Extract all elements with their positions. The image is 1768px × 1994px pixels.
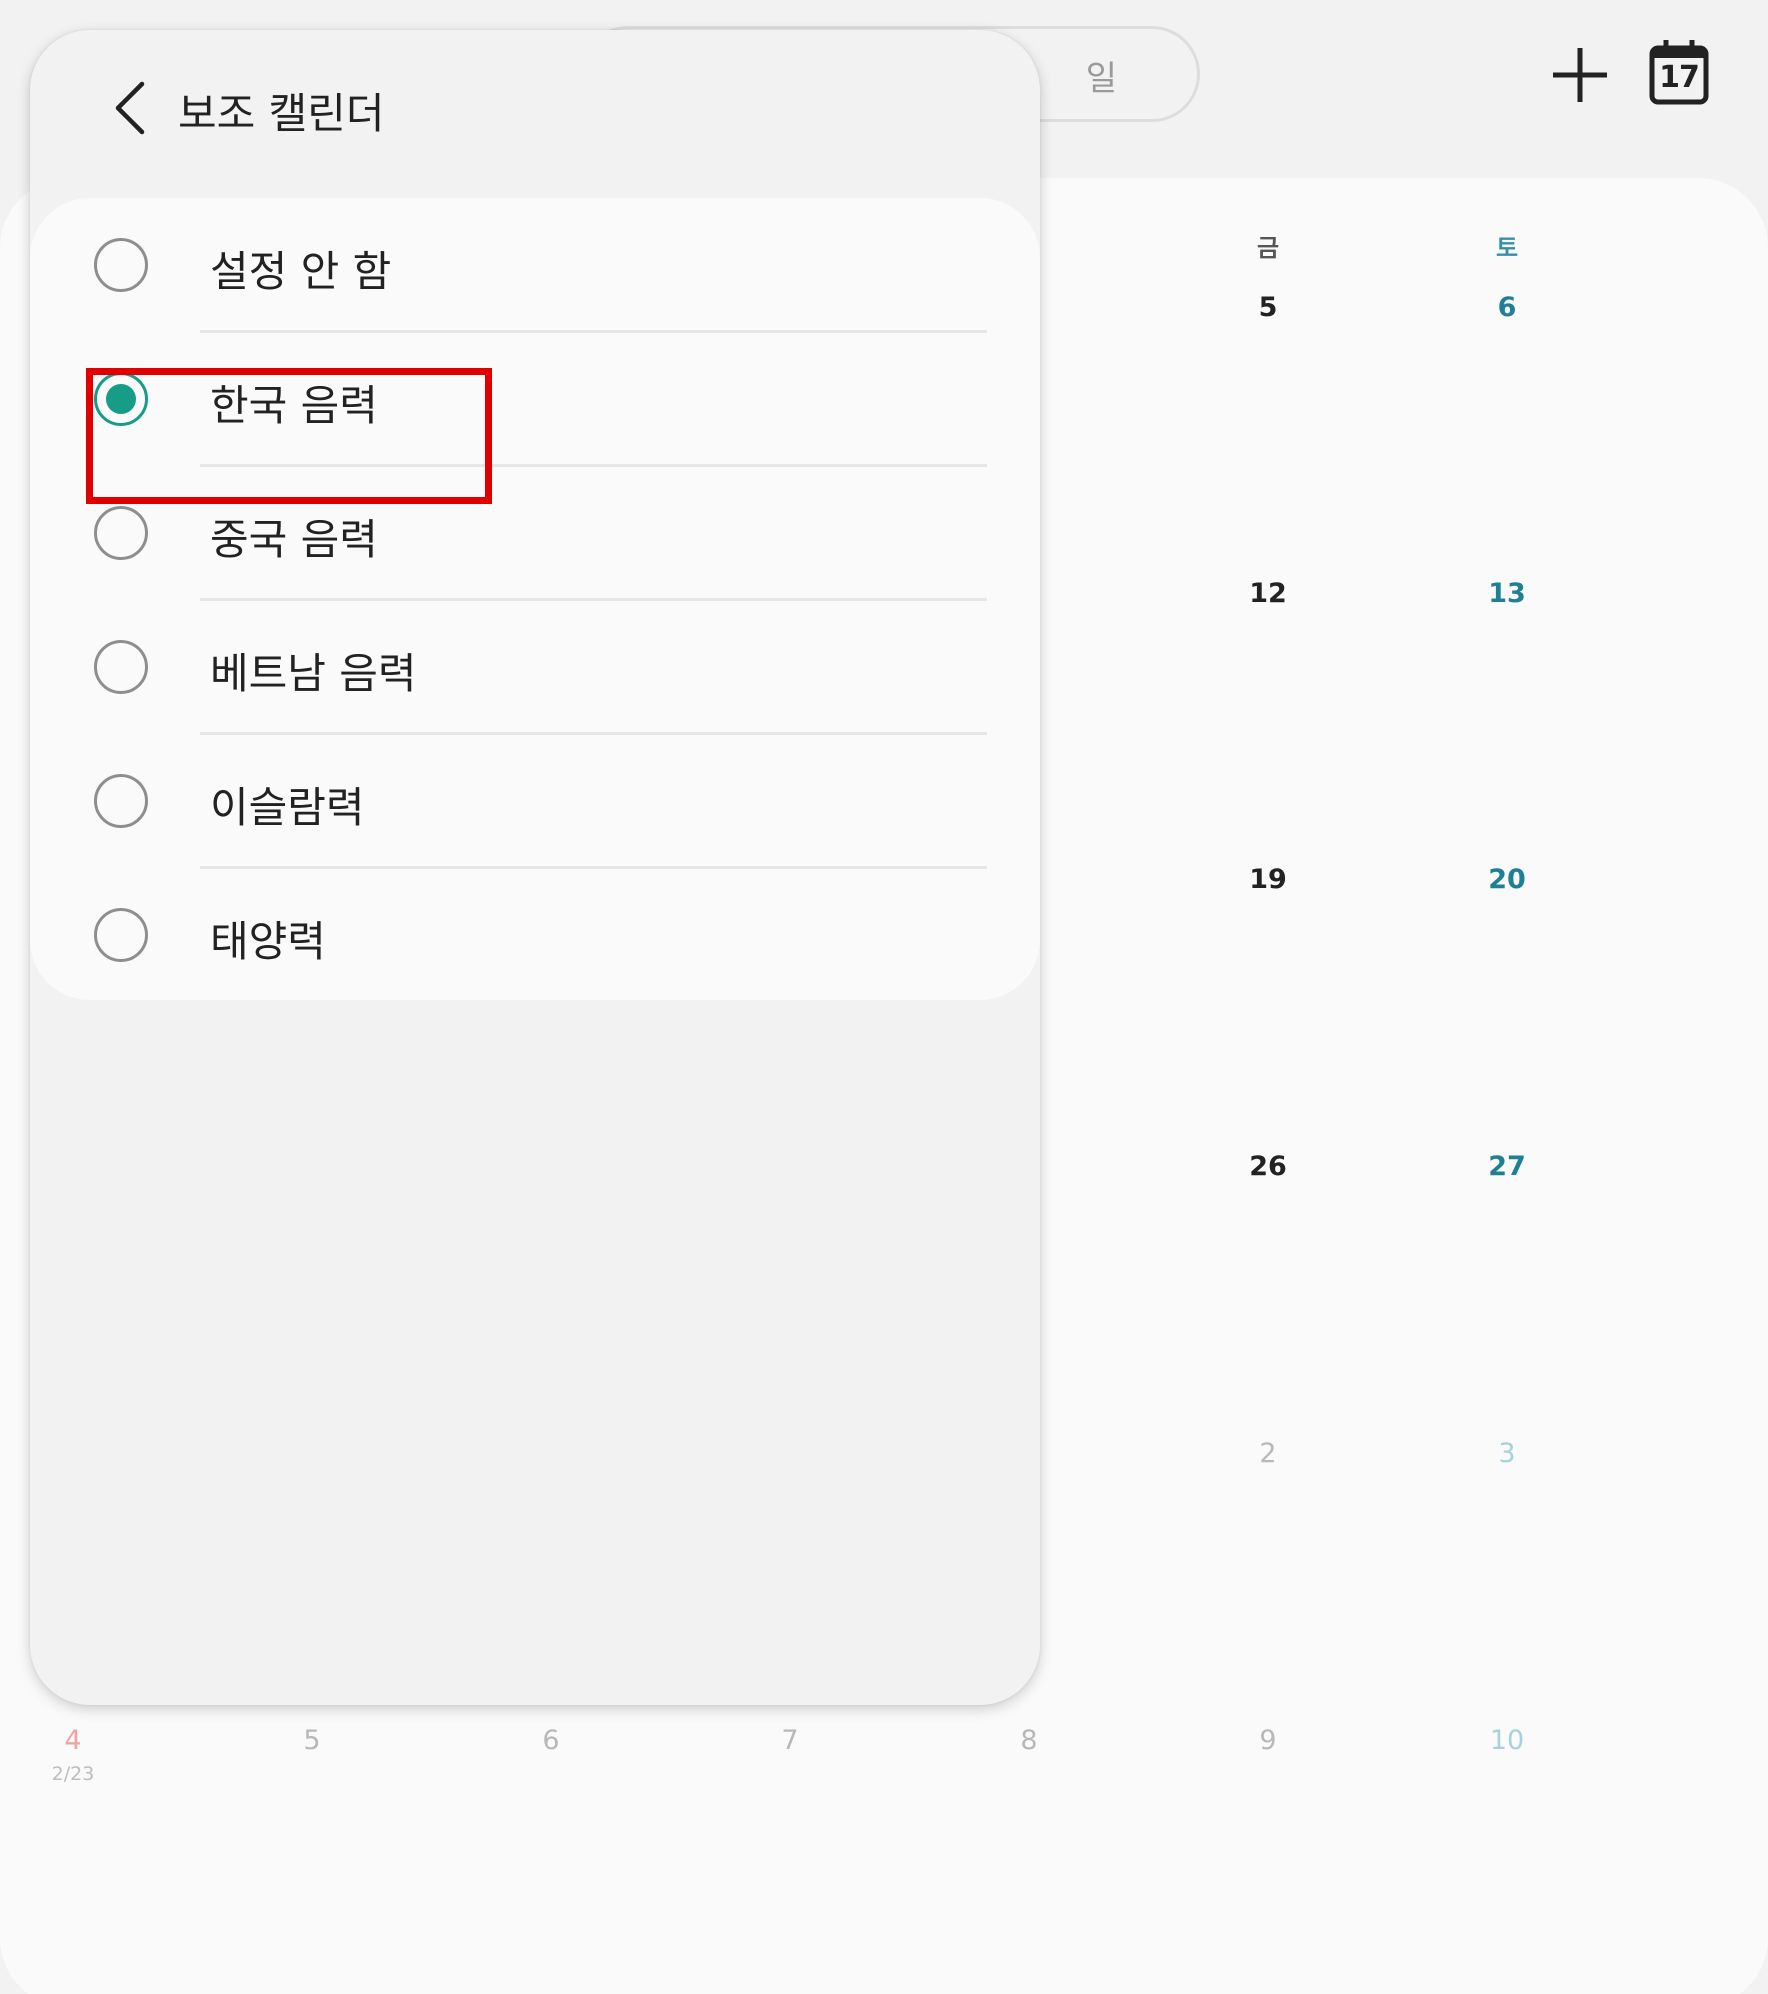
tab-day[interactable]: 일 — [1086, 51, 1117, 100]
lunar-date-label: 2/23 — [51, 1763, 95, 1785]
date-cell[interactable]: 13 — [1488, 578, 1526, 609]
date-cell[interactable]: 5 — [1259, 292, 1278, 323]
radio-button[interactable] — [94, 774, 148, 828]
radio-button[interactable] — [94, 506, 148, 560]
option-label: 설정 안 함 — [210, 247, 392, 296]
weekday-fri: 금 — [1256, 234, 1280, 262]
date-cell[interactable]: 26 — [1249, 1151, 1287, 1182]
option-vietnamese-lunar[interactable]: 베트남 음력 — [30, 600, 1040, 734]
calendar-options-list: 설정 안 함 한국 음력 중국 음력 베트남 음력 이슬람력 태양력 — [30, 198, 1040, 1000]
date-cell[interactable]: 8 — [1020, 1725, 1037, 1756]
option-islamic[interactable]: 이슬람력 — [30, 734, 1040, 868]
radio-button[interactable] — [94, 640, 148, 694]
back-button[interactable] — [90, 70, 170, 150]
date-cell[interactable]: 12 — [1249, 578, 1287, 609]
weekday-sat: 토 — [1495, 234, 1519, 262]
date-cell[interactable]: 4 — [64, 1725, 81, 1756]
alternate-calendar-panel: 보조 캘린더 설정 안 함 한국 음력 중국 음력 베트남 음력 이슬람력 태양… — [30, 30, 1040, 1705]
option-solar[interactable]: 태양력 — [30, 868, 1040, 1002]
date-cell[interactable]: 5 — [303, 1725, 320, 1756]
radio-button[interactable] — [94, 908, 148, 962]
date-cell[interactable]: 7 — [781, 1725, 798, 1756]
page-title: 보조 캘린더 — [178, 89, 385, 138]
today-calendar-icon[interactable]: 17 — [1648, 38, 1710, 106]
today-date-number: 17 — [1659, 60, 1700, 95]
date-cell[interactable]: 6 — [1498, 292, 1517, 323]
date-cell[interactable]: 3 — [1498, 1438, 1515, 1469]
radio-button[interactable] — [94, 238, 148, 292]
date-cell[interactable]: 6 — [542, 1725, 559, 1756]
back-arrow-icon — [110, 80, 150, 140]
option-label: 태양력 — [210, 917, 326, 966]
selection-highlight-box — [86, 368, 492, 504]
date-cell[interactable]: 19 — [1249, 864, 1287, 895]
option-label: 중국 음력 — [210, 515, 378, 564]
option-label: 이슬람력 — [210, 783, 365, 832]
option-none[interactable]: 설정 안 함 — [30, 198, 1040, 332]
date-cell[interactable]: 2 — [1259, 1438, 1276, 1469]
option-label: 베트남 음력 — [210, 649, 417, 698]
add-event-icon[interactable] — [1545, 40, 1615, 110]
date-cell[interactable]: 20 — [1488, 864, 1526, 895]
date-cell[interactable]: 27 — [1488, 1151, 1526, 1182]
date-cell[interactable]: 10 — [1490, 1725, 1524, 1756]
date-cell[interactable]: 9 — [1259, 1725, 1276, 1756]
